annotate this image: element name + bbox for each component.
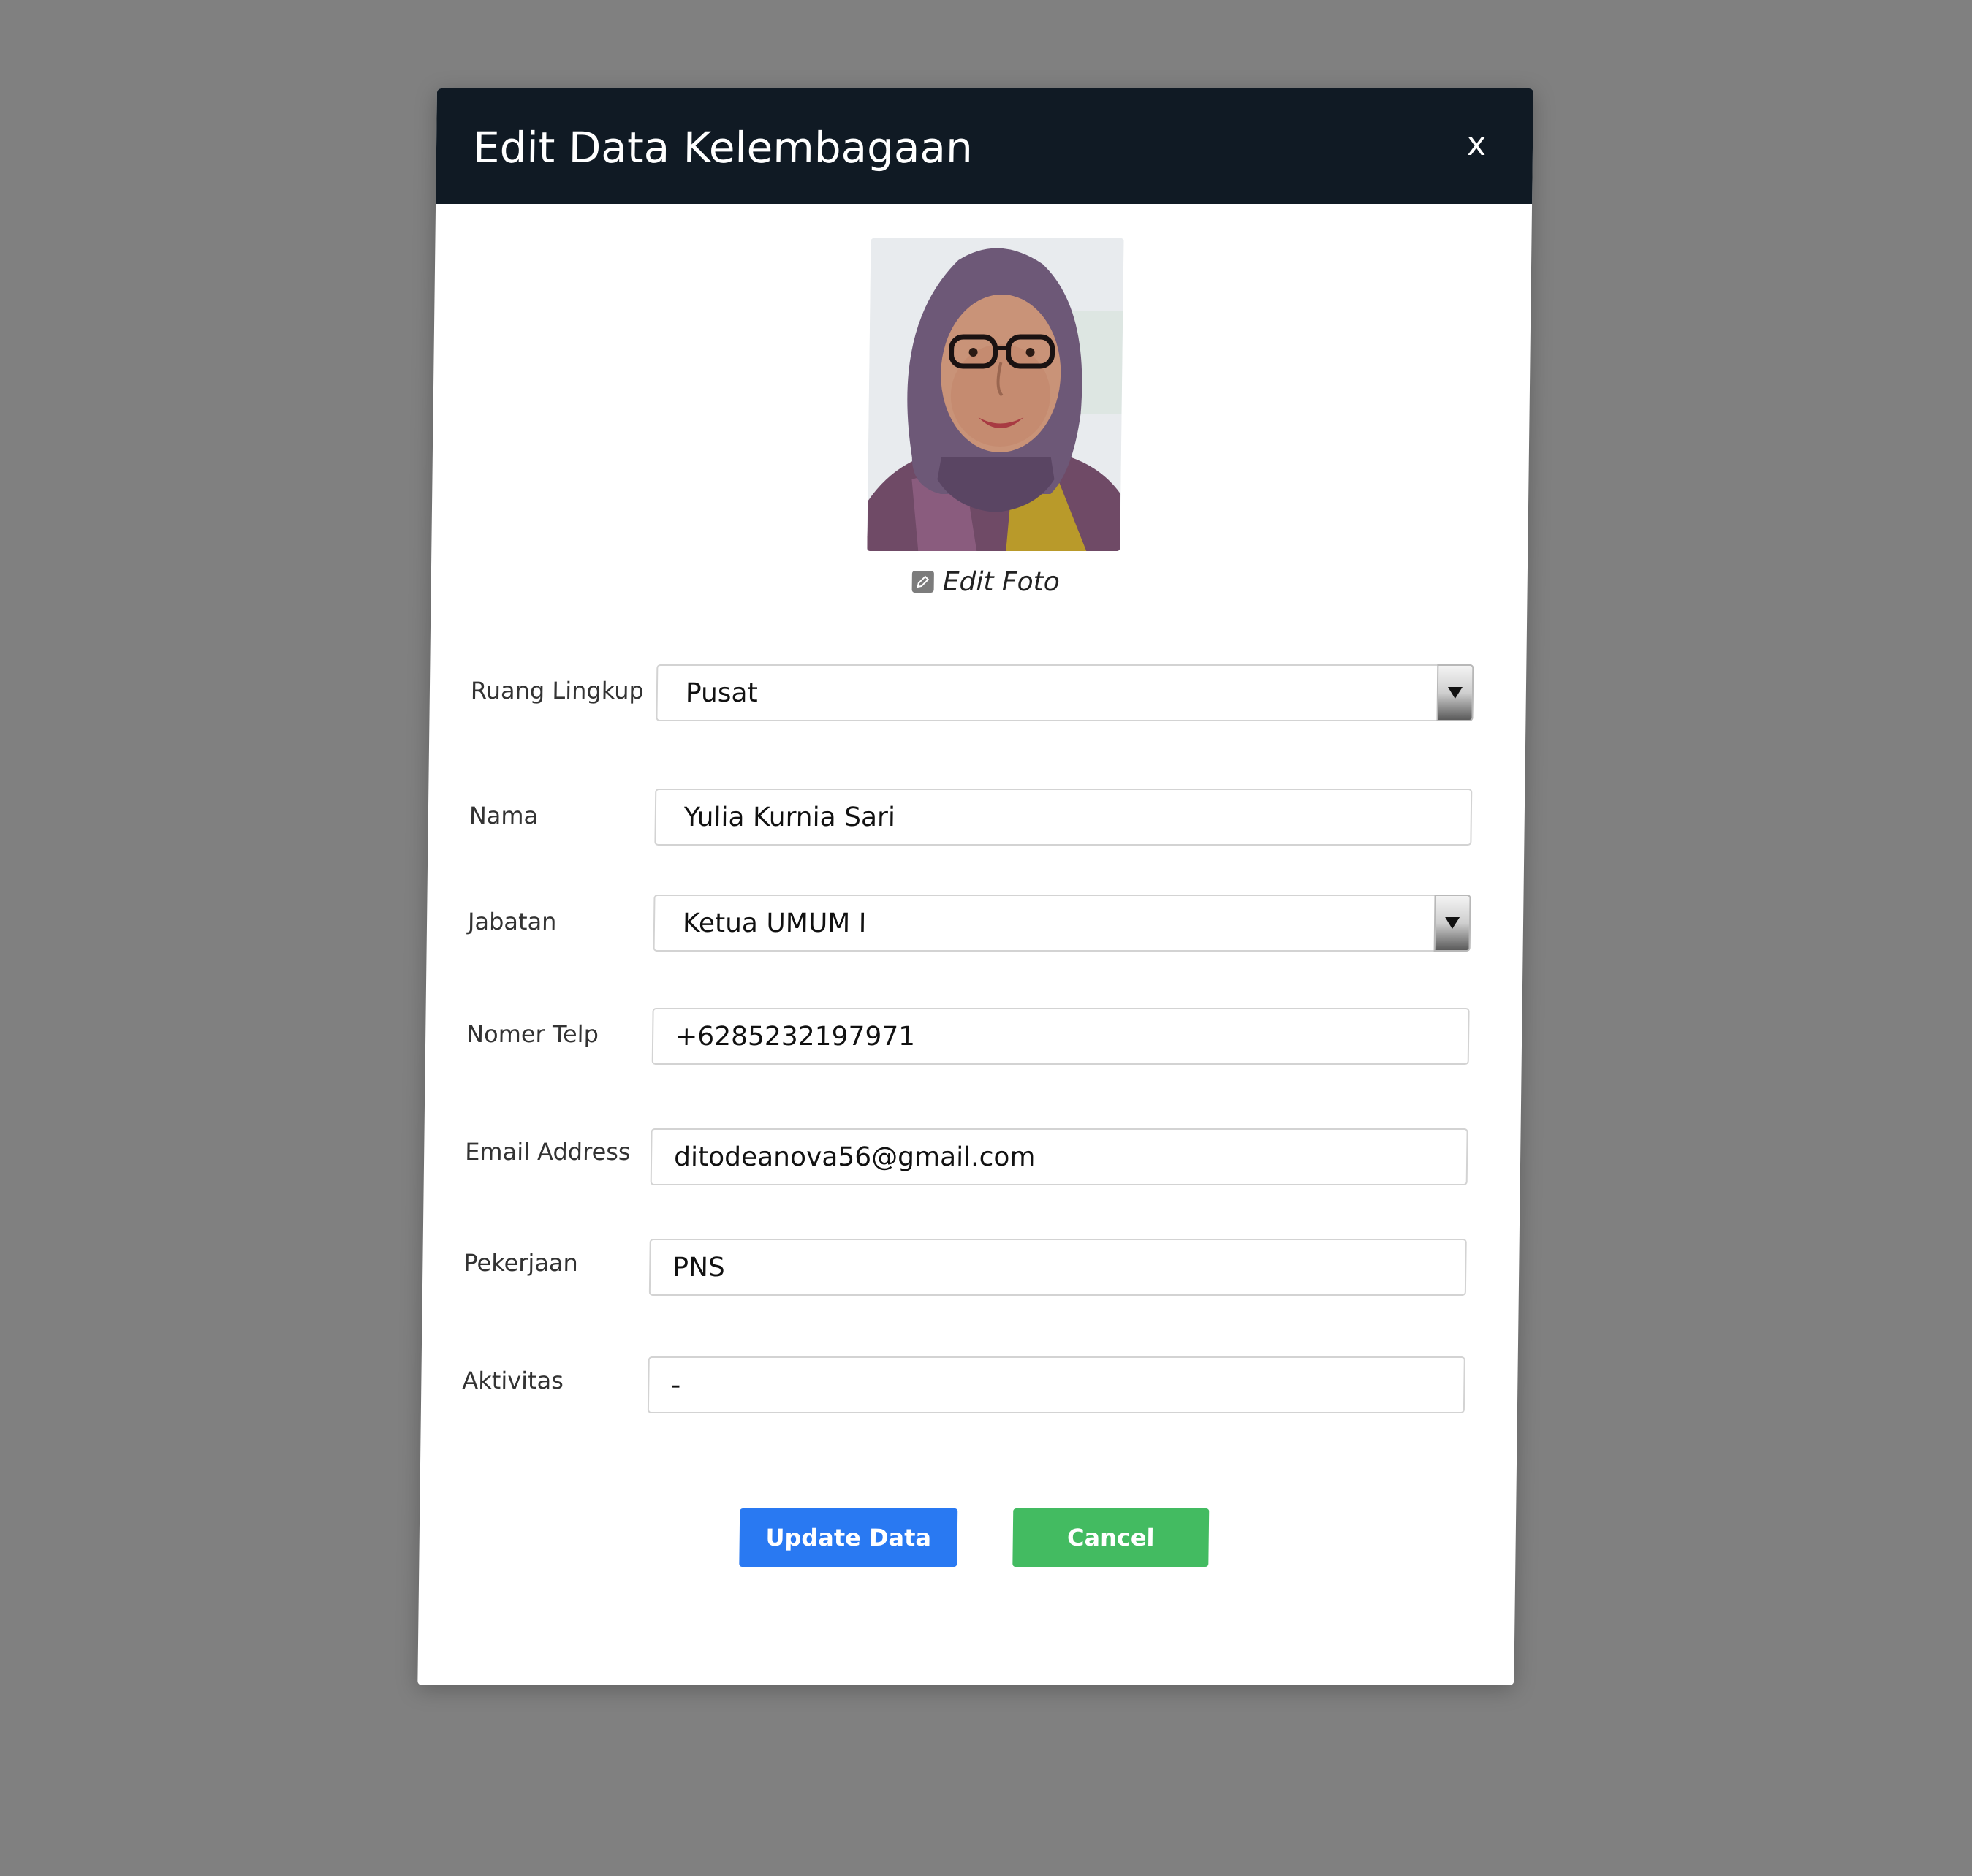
edit-pencil-icon	[911, 571, 934, 593]
edit-photo-link[interactable]: Edit Foto	[911, 566, 1061, 597]
nama-label: Nama	[469, 802, 539, 829]
chevron-down-icon[interactable]	[1436, 664, 1474, 721]
phone-input[interactable]	[651, 1008, 1470, 1065]
dialog-header: Edit Data Kelembagaan x	[436, 88, 1533, 204]
aktivitas-input[interactable]	[647, 1356, 1465, 1413]
profile-photo-image	[867, 238, 1124, 551]
edit-dialog: Edit Data Kelembagaan x Edit Foto Ruang …	[417, 88, 1533, 1685]
close-button[interactable]: x	[1467, 126, 1487, 163]
email-label: Email Address	[464, 1138, 631, 1166]
pekerjaan-input[interactable]	[648, 1239, 1467, 1296]
chevron-down-icon[interactable]	[1433, 895, 1471, 952]
jabatan-label: Jabatan	[467, 908, 557, 935]
dialog-title: Edit Data Kelembagaan	[472, 123, 974, 172]
update-data-button[interactable]: Update Data	[739, 1508, 958, 1567]
ruang-lingkup-label: Ruang Lingkup	[470, 677, 645, 705]
jabatan-select[interactable]: Ketua UMUM I	[653, 895, 1471, 952]
pekerjaan-label: Pekerjaan	[463, 1249, 579, 1277]
aktivitas-label: Aktivitas	[462, 1367, 564, 1394]
profile-photo	[867, 238, 1124, 551]
cancel-button[interactable]: Cancel	[1012, 1508, 1210, 1567]
nama-input[interactable]	[654, 789, 1473, 846]
ruang-lingkup-select[interactable]: Pusat	[656, 664, 1474, 721]
nomer-telp-label: Nomer Telp	[466, 1020, 599, 1048]
jabatan-value: Ketua UMUM I	[682, 908, 867, 938]
edit-photo-label: Edit Foto	[942, 566, 1061, 597]
ruang-lingkup-value: Pusat	[685, 677, 758, 708]
email-input[interactable]	[650, 1128, 1468, 1185]
